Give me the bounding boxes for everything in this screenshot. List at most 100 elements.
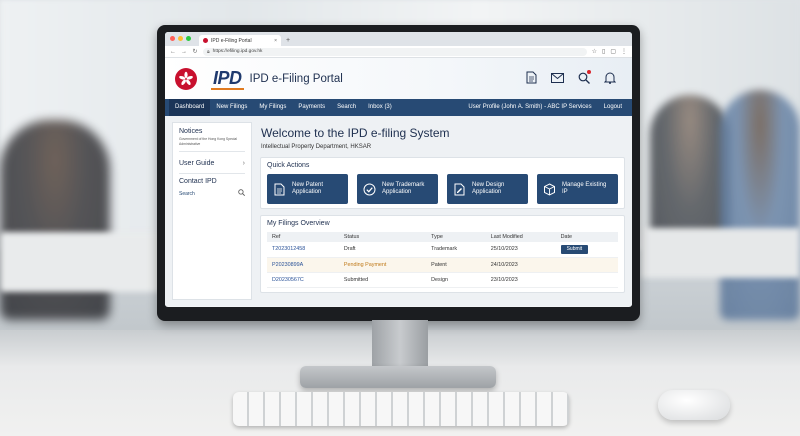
monitor-screen: IPD e-Filing Portal × + ← → ↻ 🔒︎ https:/… <box>165 32 632 307</box>
quick-actions-title: Quick Actions <box>267 162 310 169</box>
lock-icon: 🔒︎ <box>207 48 210 55</box>
submit-button[interactable]: Submit <box>560 244 589 254</box>
action-label: New Patent Application <box>292 182 324 195</box>
main-navigation: Dashboard New Filings My Filings Payment… <box>165 99 632 116</box>
checkmark-icon <box>363 183 376 195</box>
search-icon <box>238 189 246 198</box>
nav-search[interactable]: Search <box>331 99 362 116</box>
browser-menu-icon[interactable]: ⋮ <box>621 48 627 55</box>
document-icon <box>274 183 285 195</box>
filings-table: Ref Status Type Last Modified Date T2023… <box>267 232 618 288</box>
sidebar-notices-text: Government of the Hong Kong Special Admi… <box>179 137 245 152</box>
filing-ref-link[interactable]: P20230899A <box>267 257 339 273</box>
filing-type: Patent <box>426 257 486 273</box>
nav-payments[interactable]: Payments <box>292 99 331 116</box>
search-icon[interactable] <box>577 70 591 84</box>
browser-tab[interactable]: IPD e-Filing Portal × <box>199 35 281 46</box>
maximize-window-button[interactable] <box>186 36 191 41</box>
filings-overview-panel: My Filings Overview Ref Status Type Last… <box>260 215 625 293</box>
main-panel: Welcome to the IPD e-filing System Intel… <box>260 122 625 300</box>
tab-title: IPD e-Filing Portal <box>211 37 252 44</box>
sidebar-user-guide-label: User Guide <box>179 160 215 167</box>
department-subtitle: Intellectual Property Department, HKSAR <box>261 144 372 150</box>
background-person-right <box>720 90 800 320</box>
sidebar-search[interactable]: Search <box>179 187 246 200</box>
action-label: Manage Existing IP <box>562 182 607 195</box>
nav-my-filings[interactable]: My Filings <box>253 99 292 116</box>
sidepanel-icon[interactable]: ▯ <box>602 48 605 55</box>
background-desk-right <box>640 228 800 278</box>
notification-dot <box>587 70 591 74</box>
filing-type: Design <box>426 272 486 288</box>
new-design-application-button[interactable]: New Design Application <box>447 174 528 204</box>
window-controls <box>170 36 191 41</box>
browser-addressbar: ← → ↻ 🔒︎ https://efiling.ipd.gov.hk ☆ ▯ … <box>165 46 632 58</box>
sidebar-notices-title[interactable]: Notices <box>179 128 245 135</box>
filing-action-cell <box>555 257 618 273</box>
column-header[interactable]: Status <box>338 232 427 242</box>
chevron-right-icon: › <box>242 160 245 167</box>
table-header-row: Ref Status Type Last Modified Date <box>267 232 618 242</box>
box-icon <box>544 182 555 196</box>
extensions-icon[interactable]: ▢ <box>610 48 616 55</box>
browser-tabbar: IPD e-Filing Portal × + <box>165 32 632 46</box>
site-header: IPD IPD e-Filing Portal <box>165 58 632 99</box>
column-header[interactable]: Date <box>555 232 618 242</box>
nav-new-filings[interactable]: New Filings <box>210 99 253 116</box>
filing-status: Submitted <box>338 272 427 288</box>
mail-icon[interactable] <box>551 71 564 84</box>
filing-type: Trademark <box>426 242 486 258</box>
monitor-stand-base <box>300 366 496 388</box>
bookmark-star-icon[interactable]: ☆ <box>592 48 597 55</box>
hksar-emblem-logo <box>175 67 197 90</box>
column-header[interactable]: Last Modified <box>485 232 556 242</box>
document-icon[interactable] <box>525 71 538 84</box>
nav-user-profile[interactable]: User Profile (John A. Smith) - ABC IP Se… <box>462 99 597 116</box>
quick-actions-list: New Patent Application New Trademark App… <box>267 174 618 204</box>
sidebar-search-label: Search <box>179 190 195 197</box>
manage-existing-ip-button[interactable]: Manage Existing IP <box>537 174 618 204</box>
header-icons <box>525 70 616 84</box>
filing-modified: 24/10/2023 <box>485 257 556 273</box>
forward-icon[interactable]: → <box>181 49 187 55</box>
nav-right-group: User Profile (John A. Smith) - ABC IP Se… <box>462 99 628 116</box>
url-field[interactable]: 🔒︎ https://efiling.ipd.gov.hk <box>203 47 587 56</box>
sidebar-user-guide[interactable]: User Guide › <box>179 157 245 174</box>
filing-status: Draft <box>338 242 427 258</box>
table-row[interactable]: P20230899A Pending Payment Patent 24/10/… <box>267 257 618 273</box>
filing-action-cell <box>555 272 618 288</box>
bell-icon[interactable] <box>603 71 616 84</box>
keyboard <box>233 392 569 426</box>
minimize-window-button[interactable] <box>178 36 183 41</box>
filing-modified: 23/10/2023 <box>485 272 556 288</box>
mouse <box>658 390 730 420</box>
new-tab-button[interactable]: + <box>286 36 290 46</box>
table-row[interactable]: T2023012458 Draft Trademark 25/10/2023 S… <box>267 242 618 258</box>
url-text: https://efiling.ipd.gov.hk <box>212 49 263 54</box>
column-header[interactable]: Ref <box>267 232 339 242</box>
filing-ref-link[interactable]: D20230567C <box>267 272 339 288</box>
filing-status: Pending Payment <box>338 257 427 273</box>
action-label: New Trademark Application <box>382 182 425 195</box>
nav-inbox[interactable]: Inbox (3) <box>362 99 398 116</box>
nav-dashboard[interactable]: Dashboard <box>169 99 211 116</box>
nav-logout[interactable]: Logout <box>598 99 628 116</box>
quick-actions-panel: Quick Actions New Patent Application New… <box>260 157 625 209</box>
action-label: New Design Application <box>472 182 505 195</box>
new-trademark-application-button[interactable]: New Trademark Application <box>357 174 438 204</box>
reload-icon[interactable]: ↻ <box>192 48 198 55</box>
filing-action-cell: Submit <box>555 242 618 258</box>
back-icon[interactable]: ← <box>170 49 176 55</box>
new-patent-application-button[interactable]: New Patent Application <box>267 174 348 204</box>
table-row[interactable]: D20230567C Submitted Design 23/10/2023 <box>267 272 618 288</box>
filing-ref-link[interactable]: T2023012458 <box>267 242 339 258</box>
design-doc-icon <box>454 183 465 195</box>
tab-close-icon[interactable]: × <box>274 38 277 44</box>
favicon-icon <box>203 38 208 43</box>
filing-modified: 25/10/2023 <box>485 242 556 258</box>
close-window-button[interactable] <box>170 36 175 41</box>
sidebar-contact[interactable]: Contact IPD <box>179 178 245 185</box>
column-header[interactable]: Type <box>426 232 486 242</box>
portal-title: IPD e-Filing Portal <box>249 72 343 85</box>
filings-overview-title: My Filings Overview <box>267 220 330 227</box>
